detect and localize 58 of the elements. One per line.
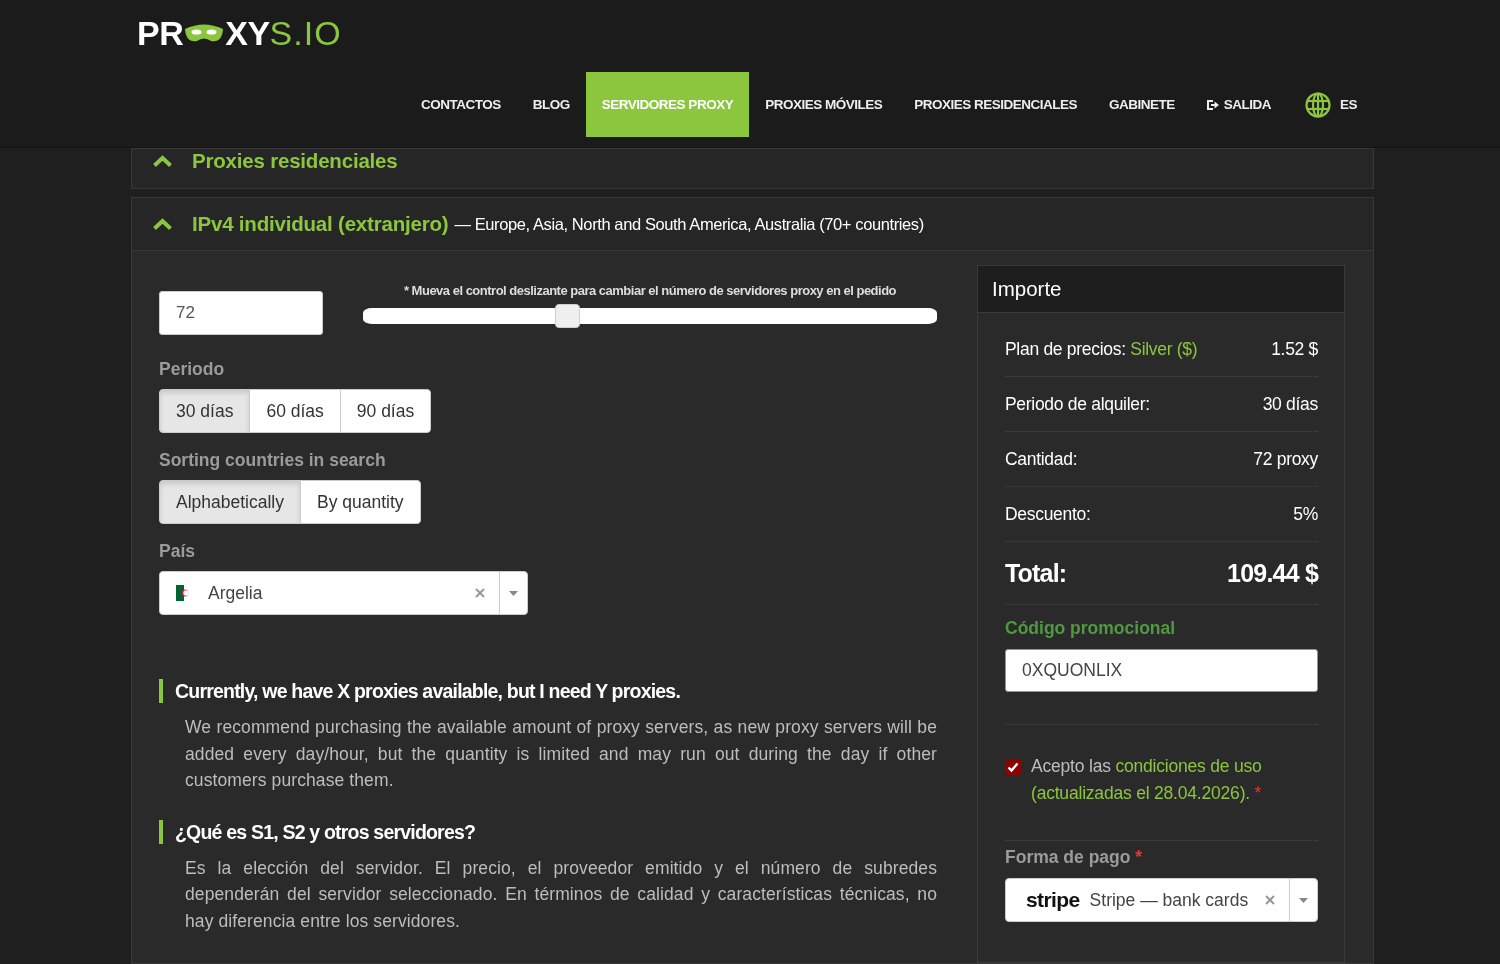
total-value: 109.44 $ [1227,558,1318,588]
payment-label: Forma de pago * [1005,847,1144,867]
toggle-button[interactable]: 30 días [159,389,251,433]
section-header[interactable]: IPv4 individual (extranjero) — Europe, Asia, North and South America, Australia (70+ countries) [132,198,1373,250]
field-label: País [159,541,195,561]
nav-link[interactable]: CONTACTOS [405,72,517,137]
summary-label: Periodo de alquiler: [1005,393,1150,415]
promo-code-input[interactable]: 0XQUONLIX [1005,649,1318,692]
nav-link[interactable]: PROXIES MÓVILES [749,72,899,137]
faq-question: ¿Qué es S1, S2 y otros servidores? [159,819,937,844]
country-select[interactable]: Argelia [159,571,528,615]
faq-question: Currently, we have X proxies available, but I need Y proxies. [159,679,937,703]
promo-label: Código promocional [1005,618,1177,638]
summary-value: 1.52 $ [1271,338,1318,360]
summary-value: 72 proxy [1253,448,1318,470]
clear-icon[interactable] [1265,895,1275,905]
payment-logo: stripe [1026,888,1080,912]
payment-select[interactable]: stripe Stripe — bank cards [1005,878,1318,922]
toggle-button[interactable]: Alphabetically [159,480,301,524]
summary-label: Plan de precios: Silver ($) [1005,338,1198,360]
exit-icon [1206,98,1219,111]
field-label: Sorting countries in search [159,450,386,470]
toggle-button[interactable]: 60 días [249,389,341,433]
toggle-button[interactable]: 90 días [339,389,432,433]
summary-title: Importe [978,266,1344,313]
section-title: Proxies residenciales [192,149,398,173]
section-header[interactable]: Proxies residenciales [132,149,1373,188]
summary-label: Descuento: [1005,503,1091,525]
globe-icon[interactable] [1305,91,1331,118]
total-label: Total: [1005,558,1067,588]
caret-icon[interactable] [509,590,518,596]
terms-link[interactable]: condiciones de uso [1115,756,1262,776]
summary-value: 30 días [1262,393,1318,415]
toggle-button[interactable]: By quantity [300,480,421,524]
slider-thumb[interactable] [555,304,581,328]
quantity-input[interactable]: 72 [159,291,323,335]
faq-answer: Es la elección del servidor. El precio, el proveedor emitido y el número de subredes dependerán del servidor seleccionado. En términos de calidad y características técnicas, no hay diferencia entre los servidores. [185,856,937,933]
terms-checkbox[interactable] [1005,759,1021,775]
check-icon [1007,761,1019,773]
slider-hint: * Mueva el control deslizante para cambiar el número de servidores proxy en el pedido [402,283,898,299]
summary-value: 5% [1293,503,1318,525]
language-code[interactable]: ES [1340,97,1357,112]
nav-link[interactable]: PROXIES RESIDENCIALES [898,72,1093,137]
faq-answer: We recommend purchasing the available amount of proxy servers, as new proxy servers will be added every day/hour, but the quantity is limited and may run out during the day if other customers purchase them. [185,716,937,792]
summary-label: Cantidad: [1005,448,1078,470]
nav-link[interactable]: BLOG [516,72,586,137]
chevron-up-icon [152,217,173,231]
site-logo[interactable]: PR XYS.IO [137,15,342,51]
chevron-up-icon [152,154,173,168]
clear-icon[interactable] [475,588,485,598]
nav-link[interactable]: SALIDA [1190,72,1287,137]
section-subtitle: — Europe, Asia, North and South America, Australia (70+ countries) [454,214,924,234]
flag-icon [176,585,192,601]
field-label: Periodo [159,359,225,379]
nav-link[interactable]: GABINETE [1092,72,1191,137]
terms-text: Acepto las condiciones de uso (actualizadas el 28.04.2026). * [1031,755,1263,805]
caret-icon[interactable] [1299,897,1308,903]
section-title: IPv4 individual (extranjero) [192,212,449,236]
